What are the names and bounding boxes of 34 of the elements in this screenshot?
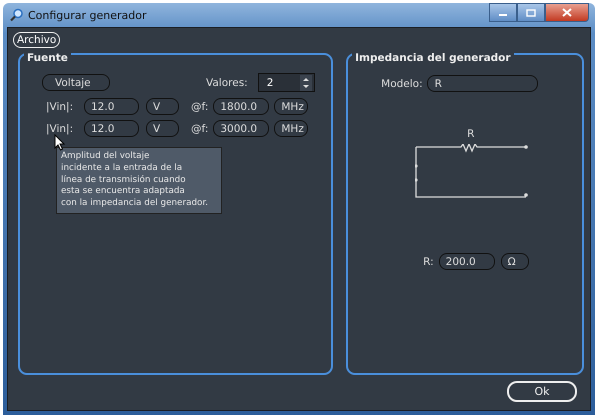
- cursor-icon: [54, 134, 66, 151]
- amplitude-label: |Vin|:: [46, 122, 74, 134]
- close-icon[interactable]: [562, 8, 572, 17]
- resistance-field[interactable]: 200.0: [438, 253, 495, 270]
- panel-title: Impedancia del generador: [352, 52, 514, 64]
- unit-button[interactable]: MHz: [274, 98, 308, 115]
- resistor-label: R: [467, 128, 474, 140]
- amplitude-field[interactable]: 12.0: [84, 120, 139, 137]
- frequency-field[interactable]: 1800.0: [213, 98, 270, 115]
- ok-button[interactable]: Ok: [507, 381, 577, 402]
- frequency-label: @f:: [191, 100, 208, 112]
- search-icon: [10, 8, 24, 22]
- minimize-button[interactable]: [489, 3, 517, 22]
- frequency-label: @f:: [191, 122, 208, 134]
- window-title: Configurar generador: [28, 8, 147, 22]
- tooltip: Amplitud del voltaje incidente a la entrada de la línea de transmisión cuando esta se encuentra adaptada con la impedancia del generador.: [56, 147, 222, 214]
- resistance-label: R:: [423, 256, 434, 268]
- close-button[interactable]: [545, 3, 589, 22]
- spin-arrows-icon[interactable]: [300, 74, 312, 90]
- amplitude-label: |Vin|:: [46, 100, 74, 112]
- count-label: Valores:: [206, 76, 248, 88]
- mode-button[interactable]: Voltaje: [42, 74, 110, 91]
- maximize-button[interactable]: [517, 3, 545, 22]
- unit-button[interactable]: V: [146, 120, 179, 137]
- unit-button[interactable]: V: [146, 98, 179, 115]
- menu-item[interactable]: Archivo: [13, 32, 60, 48]
- unit-button[interactable]: Ω: [500, 253, 529, 270]
- frequency-field[interactable]: 3000.0: [213, 120, 270, 137]
- model-label: Modelo:: [381, 78, 423, 90]
- count-spinbox[interactable]: 2: [258, 73, 315, 92]
- model-field[interactable]: R: [426, 75, 538, 92]
- amplitude-field[interactable]: 12.0: [84, 98, 139, 115]
- unit-button[interactable]: MHz: [274, 120, 308, 137]
- panel-title: Fuente: [24, 52, 71, 64]
